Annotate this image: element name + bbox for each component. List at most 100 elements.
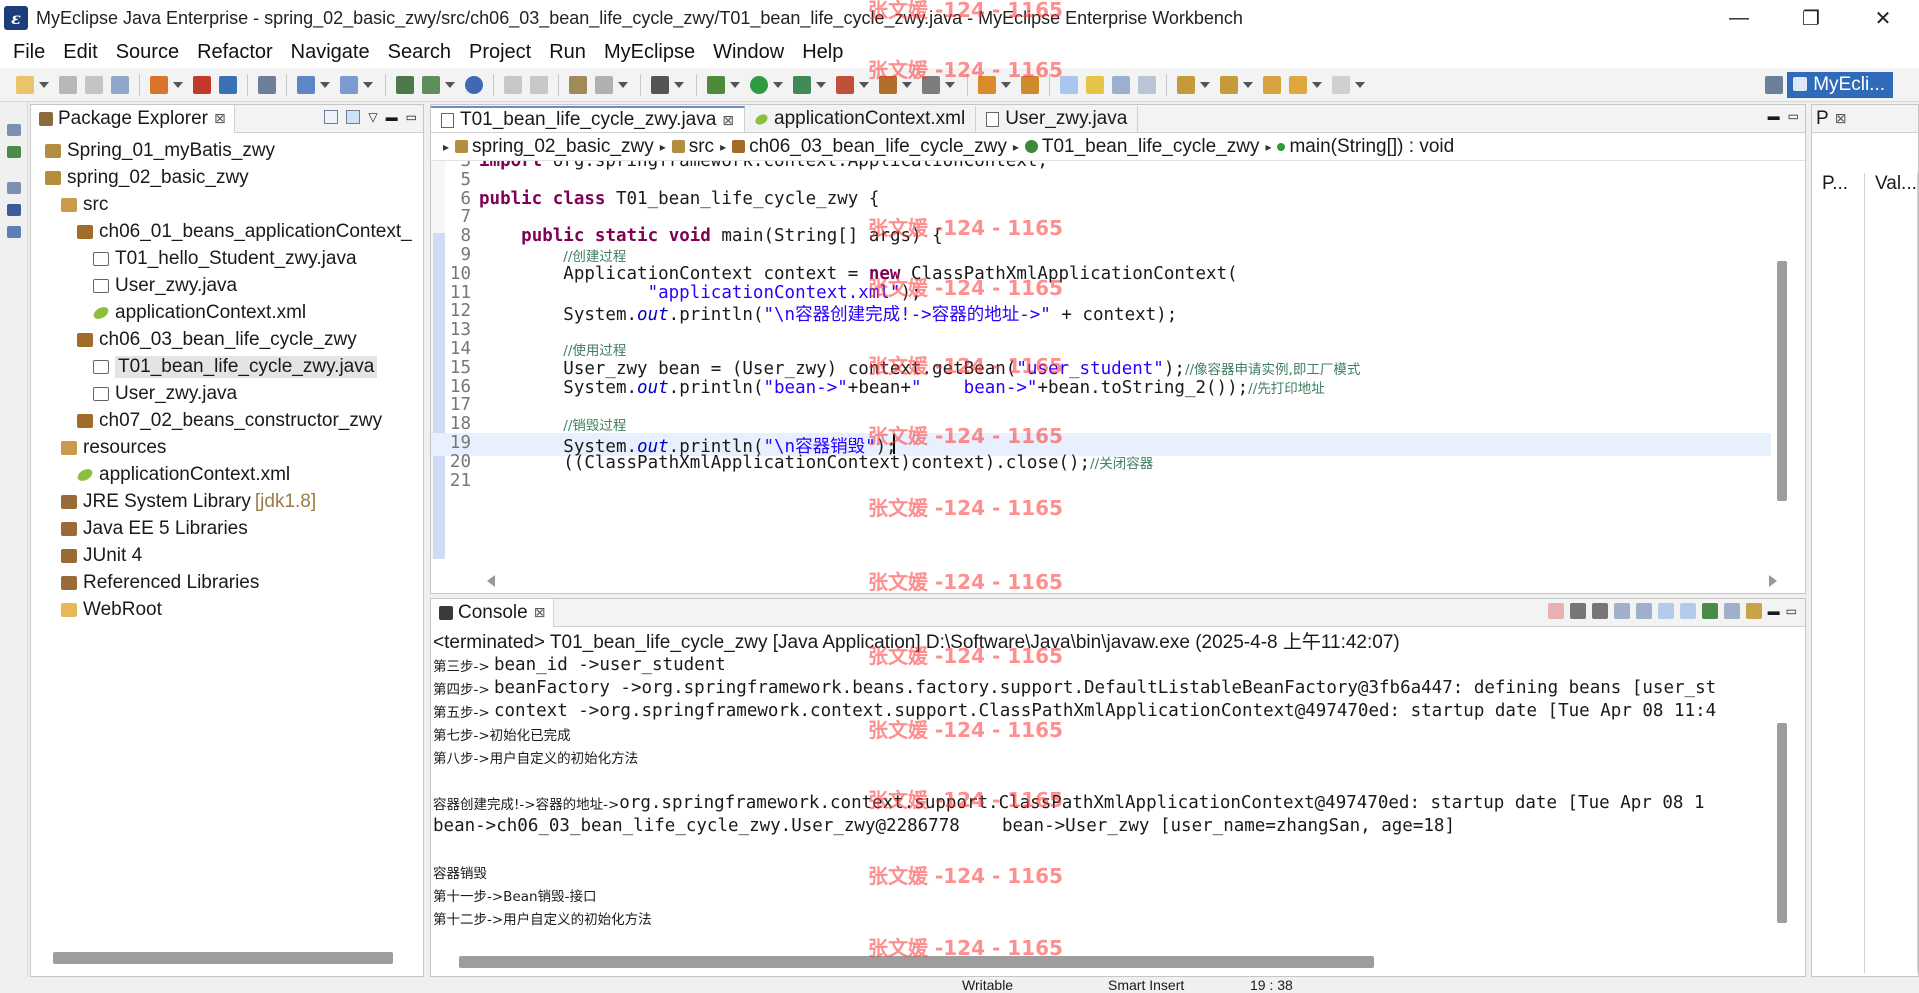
tree-item[interactable]: ch07_02_beans_constructor_zwy [31,407,423,434]
remove-all-launches-icon[interactable] [1591,603,1608,619]
tree-item[interactable]: T01_hello_Student_zwy.java [31,245,423,272]
build-icon[interactable] [569,75,587,94]
tree-item[interactable]: applicationContext.xml [31,299,423,326]
vertical-scrollbar[interactable] [1777,723,1787,923]
tree-item[interactable]: src [31,191,423,218]
perspective-myeclipse-button[interactable]: MyEcli... [1787,72,1893,98]
pin-console-icon[interactable] [1701,603,1718,619]
new-project-dropdown-icon[interactable] [173,81,183,88]
menu-window[interactable]: Window [704,41,793,64]
terminal-icon[interactable] [258,75,276,94]
open-console-icon[interactable] [1745,603,1762,619]
tree-item[interactable]: ch06_03_bean_life_cycle_zwy [31,326,423,353]
console-output[interactable]: 第三步-> bean_id ->user_student 第四步-> beanFa… [433,653,1777,953]
remove-launch-icon[interactable] [1569,603,1586,619]
back-dropdown-icon[interactable] [1312,81,1322,88]
breadcrumb-method[interactable]: main(String[]) : void [1289,136,1454,158]
tree-item[interactable]: T01_bean_life_cycle_zwy.java [31,353,423,380]
refresh-icon[interactable] [595,75,613,94]
maximize-view-icon[interactable]: ▭ [406,110,417,124]
profile-dropdown-icon[interactable] [902,81,912,88]
run-icon[interactable] [750,75,768,94]
tree-item[interactable]: Referenced Libraries [31,569,423,596]
highlight-icon[interactable] [1086,75,1104,94]
word-wrap-icon[interactable] [1657,603,1674,619]
external-tools-icon[interactable] [922,75,940,94]
server-icon[interactable] [340,75,358,94]
new-package-dropdown-icon[interactable] [445,81,455,88]
horizontal-scrollbar[interactable] [487,575,1777,587]
print-icon[interactable] [111,75,129,94]
editor-tab-user-zwy[interactable]: User_zwy.java [976,106,1139,132]
menu-refactor[interactable]: Refactor [188,41,282,64]
properties-column-value[interactable]: Val... [1865,173,1918,973]
close-icon[interactable]: ⊠ [722,112,734,129]
profile-icon[interactable] [879,75,897,94]
save-icon[interactable] [59,75,77,94]
scroll-lock-icon[interactable] [1635,603,1652,619]
open-resource-icon[interactable] [219,75,237,94]
coverage-icon[interactable] [836,75,854,94]
open-perspective-icon[interactable] [1765,76,1784,94]
tree-item[interactable]: ch06_01_beans_applicationContext_ [31,218,423,245]
tree-item[interactable]: resources [31,434,423,461]
new-dropdown-icon[interactable] [39,81,49,88]
show-whitespace-icon[interactable] [1112,75,1130,94]
menu-help[interactable]: Help [793,41,852,64]
terminate-icon[interactable] [1547,603,1564,619]
tree-item[interactable]: WebRoot [31,596,423,623]
menu-search[interactable]: Search [379,41,460,64]
hierarchy-icon[interactable] [7,146,21,158]
forward-dropdown-icon[interactable] [1355,81,1365,88]
next-annotation-icon[interactable] [1177,75,1195,94]
save-all-icon[interactable] [85,75,103,94]
menu-run[interactable]: Run [540,41,595,64]
run-external-dropdown-icon[interactable] [816,81,826,88]
redo-edit-icon[interactable] [530,75,548,94]
block-selection-icon[interactable] [1138,75,1156,94]
last-edit-location-icon[interactable] [1263,75,1281,94]
maximize-view-icon[interactable]: ▭ [1788,109,1799,123]
server-dropdown-icon[interactable] [363,81,373,88]
snapshot-dropdown-icon[interactable] [674,81,684,88]
restore-icon[interactable] [7,124,21,136]
open-task-icon[interactable] [978,75,996,94]
open-task-dropdown-icon[interactable] [1001,81,1011,88]
horizontal-scrollbar[interactable] [459,956,1374,968]
new-icon[interactable] [16,75,34,94]
breadcrumb-project[interactable]: spring_02_basic_zwy [472,136,654,158]
editor-tab-t01-bean-life-cycle[interactable]: T01_bean_life_cycle_zwy.java ⊠ [431,106,746,132]
menu-edit[interactable]: Edit [54,41,106,64]
tree-item[interactable]: spring_02_basic_zwy [31,164,423,191]
close-window-button[interactable]: ✕ [1847,0,1919,36]
coverage-dropdown-icon[interactable] [859,81,869,88]
breadcrumb-class[interactable]: T01_bean_life_cycle_zwy [1042,136,1260,158]
next-annotation-dropdown-icon[interactable] [1200,81,1210,88]
run-dropdown-icon[interactable] [773,81,783,88]
outline-icon[interactable] [7,226,21,238]
toggle-mark-occurrences-icon[interactable] [1060,75,1078,94]
undo-edit-icon[interactable] [504,75,522,94]
tree-item[interactable]: applicationContext.xml [31,461,423,488]
maximize-view-icon[interactable]: ▭ [1786,604,1797,618]
minimize-view-icon[interactable]: ▬ [1768,109,1780,123]
menu-file[interactable]: File [4,41,54,64]
menu-project[interactable]: Project [460,41,540,64]
new-class-icon[interactable] [396,75,414,94]
show-console-on-output-icon[interactable] [1679,603,1696,619]
run-external-icon[interactable] [793,75,811,94]
minimize-view-icon[interactable]: ▬ [386,110,398,124]
menu-source[interactable]: Source [107,41,188,64]
debug-icon[interactable] [707,75,725,94]
new-project-icon[interactable] [150,75,168,94]
new-package-icon[interactable] [422,75,440,94]
minimize-view-icon[interactable]: ▬ [1768,604,1780,618]
menu-myeclipse[interactable]: MyEclipse [595,41,704,64]
menu-navigate[interactable]: Navigate [282,41,379,64]
previous-annotation-dropdown-icon[interactable] [1243,81,1253,88]
tree-item[interactable]: Java EE 5 Libraries [31,515,423,542]
close-icon[interactable]: ⊠ [534,604,546,621]
debug-dropdown-icon[interactable] [730,81,740,88]
properties-column-property[interactable]: P... [1812,173,1865,973]
tree-item[interactable]: User_zwy.java [31,272,423,299]
